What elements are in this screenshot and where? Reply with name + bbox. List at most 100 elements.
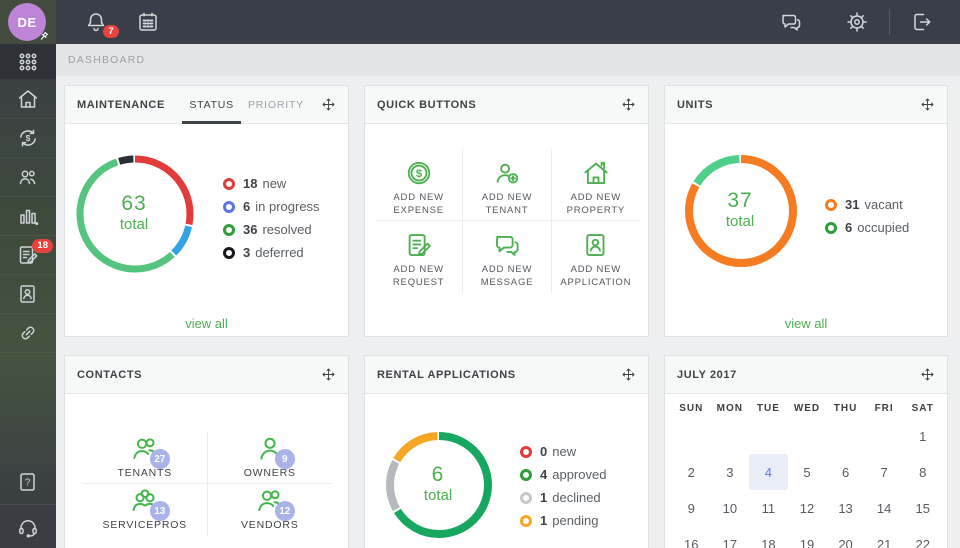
- calendar-day[interactable]: 21: [865, 526, 904, 548]
- sidebar-item-links[interactable]: [0, 314, 56, 353]
- units-card: UNITS 37 total 31 vacant 6 occupied view a…: [664, 85, 948, 337]
- contacts-group-owners[interactable]: 9 OWNERS: [207, 432, 332, 484]
- day-name: TUE: [756, 402, 780, 414]
- add-new-request-button[interactable]: ADD NEW REQUEST: [375, 221, 464, 293]
- person-plus-icon: [496, 163, 519, 184]
- tab-status[interactable]: STATUS: [182, 86, 241, 124]
- doc-question-icon: ?: [20, 473, 35, 491]
- calendar-day: [865, 418, 904, 454]
- apps-grid-icon: [19, 53, 37, 70]
- contacts-group-tenants[interactable]: 27 TENANTS: [83, 432, 208, 484]
- drag-handle[interactable]: [920, 367, 935, 382]
- doc-person-icon: [20, 285, 35, 303]
- tab-priority[interactable]: PRIORITY: [241, 86, 311, 124]
- maintenance-donut-chart: 63 total: [72, 151, 196, 275]
- legend-bullet-approved: [520, 468, 532, 481]
- calendar-day[interactable]: 19: [788, 526, 827, 548]
- sidebar: $ 18 ?: [0, 44, 56, 548]
- calendar-day[interactable]: 3: [711, 454, 750, 490]
- requests-badge: 18: [32, 239, 53, 253]
- card-title: CONTACTS: [77, 368, 143, 381]
- contacts-card: CONTACTS 27 TENANTS 9 OWNERS 13 SERVICEP…: [64, 355, 349, 548]
- legend-item: 6 occupied: [825, 216, 909, 239]
- calendar-day[interactable]: 9: [672, 490, 711, 526]
- calendar-grid: SUN MON TUE WED THU FRI SAT 1 2 3 4 5 6 …: [672, 398, 942, 548]
- sidebar-item-requests[interactable]: 18: [0, 236, 56, 275]
- headset-icon: [19, 519, 37, 538]
- units-legend: 31 vacant 6 occupied: [825, 193, 909, 239]
- pin-icon: [40, 31, 49, 40]
- add-new-application-button[interactable]: ADD NEW APPLICATION: [552, 221, 640, 293]
- day-name: THU: [833, 402, 858, 414]
- contacts-group-servicepros[interactable]: 13 SERVICEPROS: [83, 484, 208, 536]
- quick-button-label: ADD NEW REQUEST: [392, 264, 445, 288]
- doc-edit-icon: [408, 234, 431, 256]
- calendar-day[interactable]: 12: [788, 490, 827, 526]
- sidebar-item-dashboard[interactable]: [0, 44, 56, 80]
- calendar-day[interactable]: 18: [749, 526, 788, 548]
- drag-handle[interactable]: [321, 367, 336, 382]
- messages-button[interactable]: [779, 10, 803, 34]
- calendar-day[interactable]: 1: [903, 418, 942, 454]
- rental-legend: 0 new 4 approved 1 declined 1 pending: [520, 440, 606, 532]
- logout-icon: [914, 13, 931, 31]
- calendar-day[interactable]: 6: [826, 454, 865, 490]
- calendar-day[interactable]: 5: [788, 454, 827, 490]
- calendar-day[interactable]: 11: [749, 490, 788, 526]
- sidebar-item-help[interactable]: ?: [0, 460, 56, 504]
- drag-handle[interactable]: [621, 97, 636, 112]
- settings-button[interactable]: [845, 10, 869, 34]
- calendar-day[interactable]: 15: [903, 490, 942, 526]
- calendar-day[interactable]: 13: [826, 490, 865, 526]
- calendar-day[interactable]: 7: [865, 454, 904, 490]
- sidebar-item-properties[interactable]: [0, 80, 56, 119]
- calendar-day[interactable]: 2: [672, 454, 711, 490]
- legend-bullet-in-progress: [223, 200, 235, 213]
- legend-item: 1 pending: [520, 509, 606, 532]
- topbar-divider: [889, 9, 890, 35]
- calendar-day-selected[interactable]: 4: [749, 454, 788, 490]
- contacts-grid: 27 TENANTS 9 OWNERS 13 SERVICEPROS 12 VE…: [83, 432, 332, 536]
- drag-handle[interactable]: [920, 97, 935, 112]
- calendar-day[interactable]: 14: [865, 490, 904, 526]
- calendar-day[interactable]: 17: [711, 526, 750, 548]
- units-view-all-link[interactable]: view all: [665, 316, 947, 331]
- day-name: WED: [793, 402, 821, 414]
- sidebar-item-applications[interactable]: [0, 275, 56, 314]
- drag-handle[interactable]: [321, 97, 336, 112]
- add-new-tenant-button[interactable]: ADD NEW TENANT: [463, 149, 552, 221]
- breadcrumb: DASHBOARD: [56, 44, 960, 76]
- legend-bullet-occupied: [825, 221, 837, 234]
- maintenance-view-all-link[interactable]: view all: [65, 316, 348, 331]
- calendar-day[interactable]: 20: [826, 526, 865, 548]
- maintenance-total: 63: [121, 192, 147, 216]
- quick-buttons-card-header: QUICK BUTTONS: [365, 86, 648, 124]
- rental-total: 6: [431, 463, 445, 487]
- calendar-day[interactable]: 16: [672, 526, 711, 548]
- dashboard-app: DE 7 DASHBOARD $ 18 ? MAINTENANCE STATUS…: [0, 0, 960, 548]
- calendar-day[interactable]: 8: [903, 454, 942, 490]
- add-new-message-button[interactable]: ADD NEW MESSAGE: [463, 221, 552, 293]
- calendar-button[interactable]: [136, 10, 160, 34]
- contacts-group-vendors[interactable]: 12 VENDORS: [208, 484, 333, 536]
- notifications-button[interactable]: 7: [84, 10, 119, 38]
- rental-card-header: RENTAL APPLICATIONS: [365, 356, 648, 394]
- sidebar-item-support[interactable]: [0, 504, 56, 548]
- calendar-day[interactable]: 22: [903, 526, 942, 548]
- add-new-expense-button[interactable]: $ ADD NEW EXPENSE: [375, 149, 464, 221]
- sidebar-item-reports[interactable]: [0, 197, 56, 236]
- donut-center: 63 total: [119, 192, 149, 234]
- drag-handle[interactable]: [621, 367, 636, 382]
- money-cycle-icon: $: [20, 129, 36, 147]
- legend-item: 36 resolved: [223, 218, 320, 241]
- quick-buttons-card: QUICK BUTTONS $ ADD NEW EXPENSE ADD NEW TE…: [364, 85, 649, 337]
- sidebar-item-contacts[interactable]: [0, 158, 56, 197]
- quick-buttons-grid: $ ADD NEW EXPENSE ADD NEW TENANT ADD NEW PR…: [375, 149, 640, 293]
- calendar-day[interactable]: 10: [711, 490, 750, 526]
- logout-button[interactable]: [910, 10, 934, 34]
- sidebar-item-transactions[interactable]: $: [0, 119, 56, 158]
- add-new-property-button[interactable]: ADD NEW PROPERTY: [551, 149, 640, 221]
- house-icon: [584, 161, 608, 184]
- quick-button-label: ADD NEW PROPERTY: [566, 192, 626, 216]
- avatar-cell[interactable]: DE: [0, 0, 56, 44]
